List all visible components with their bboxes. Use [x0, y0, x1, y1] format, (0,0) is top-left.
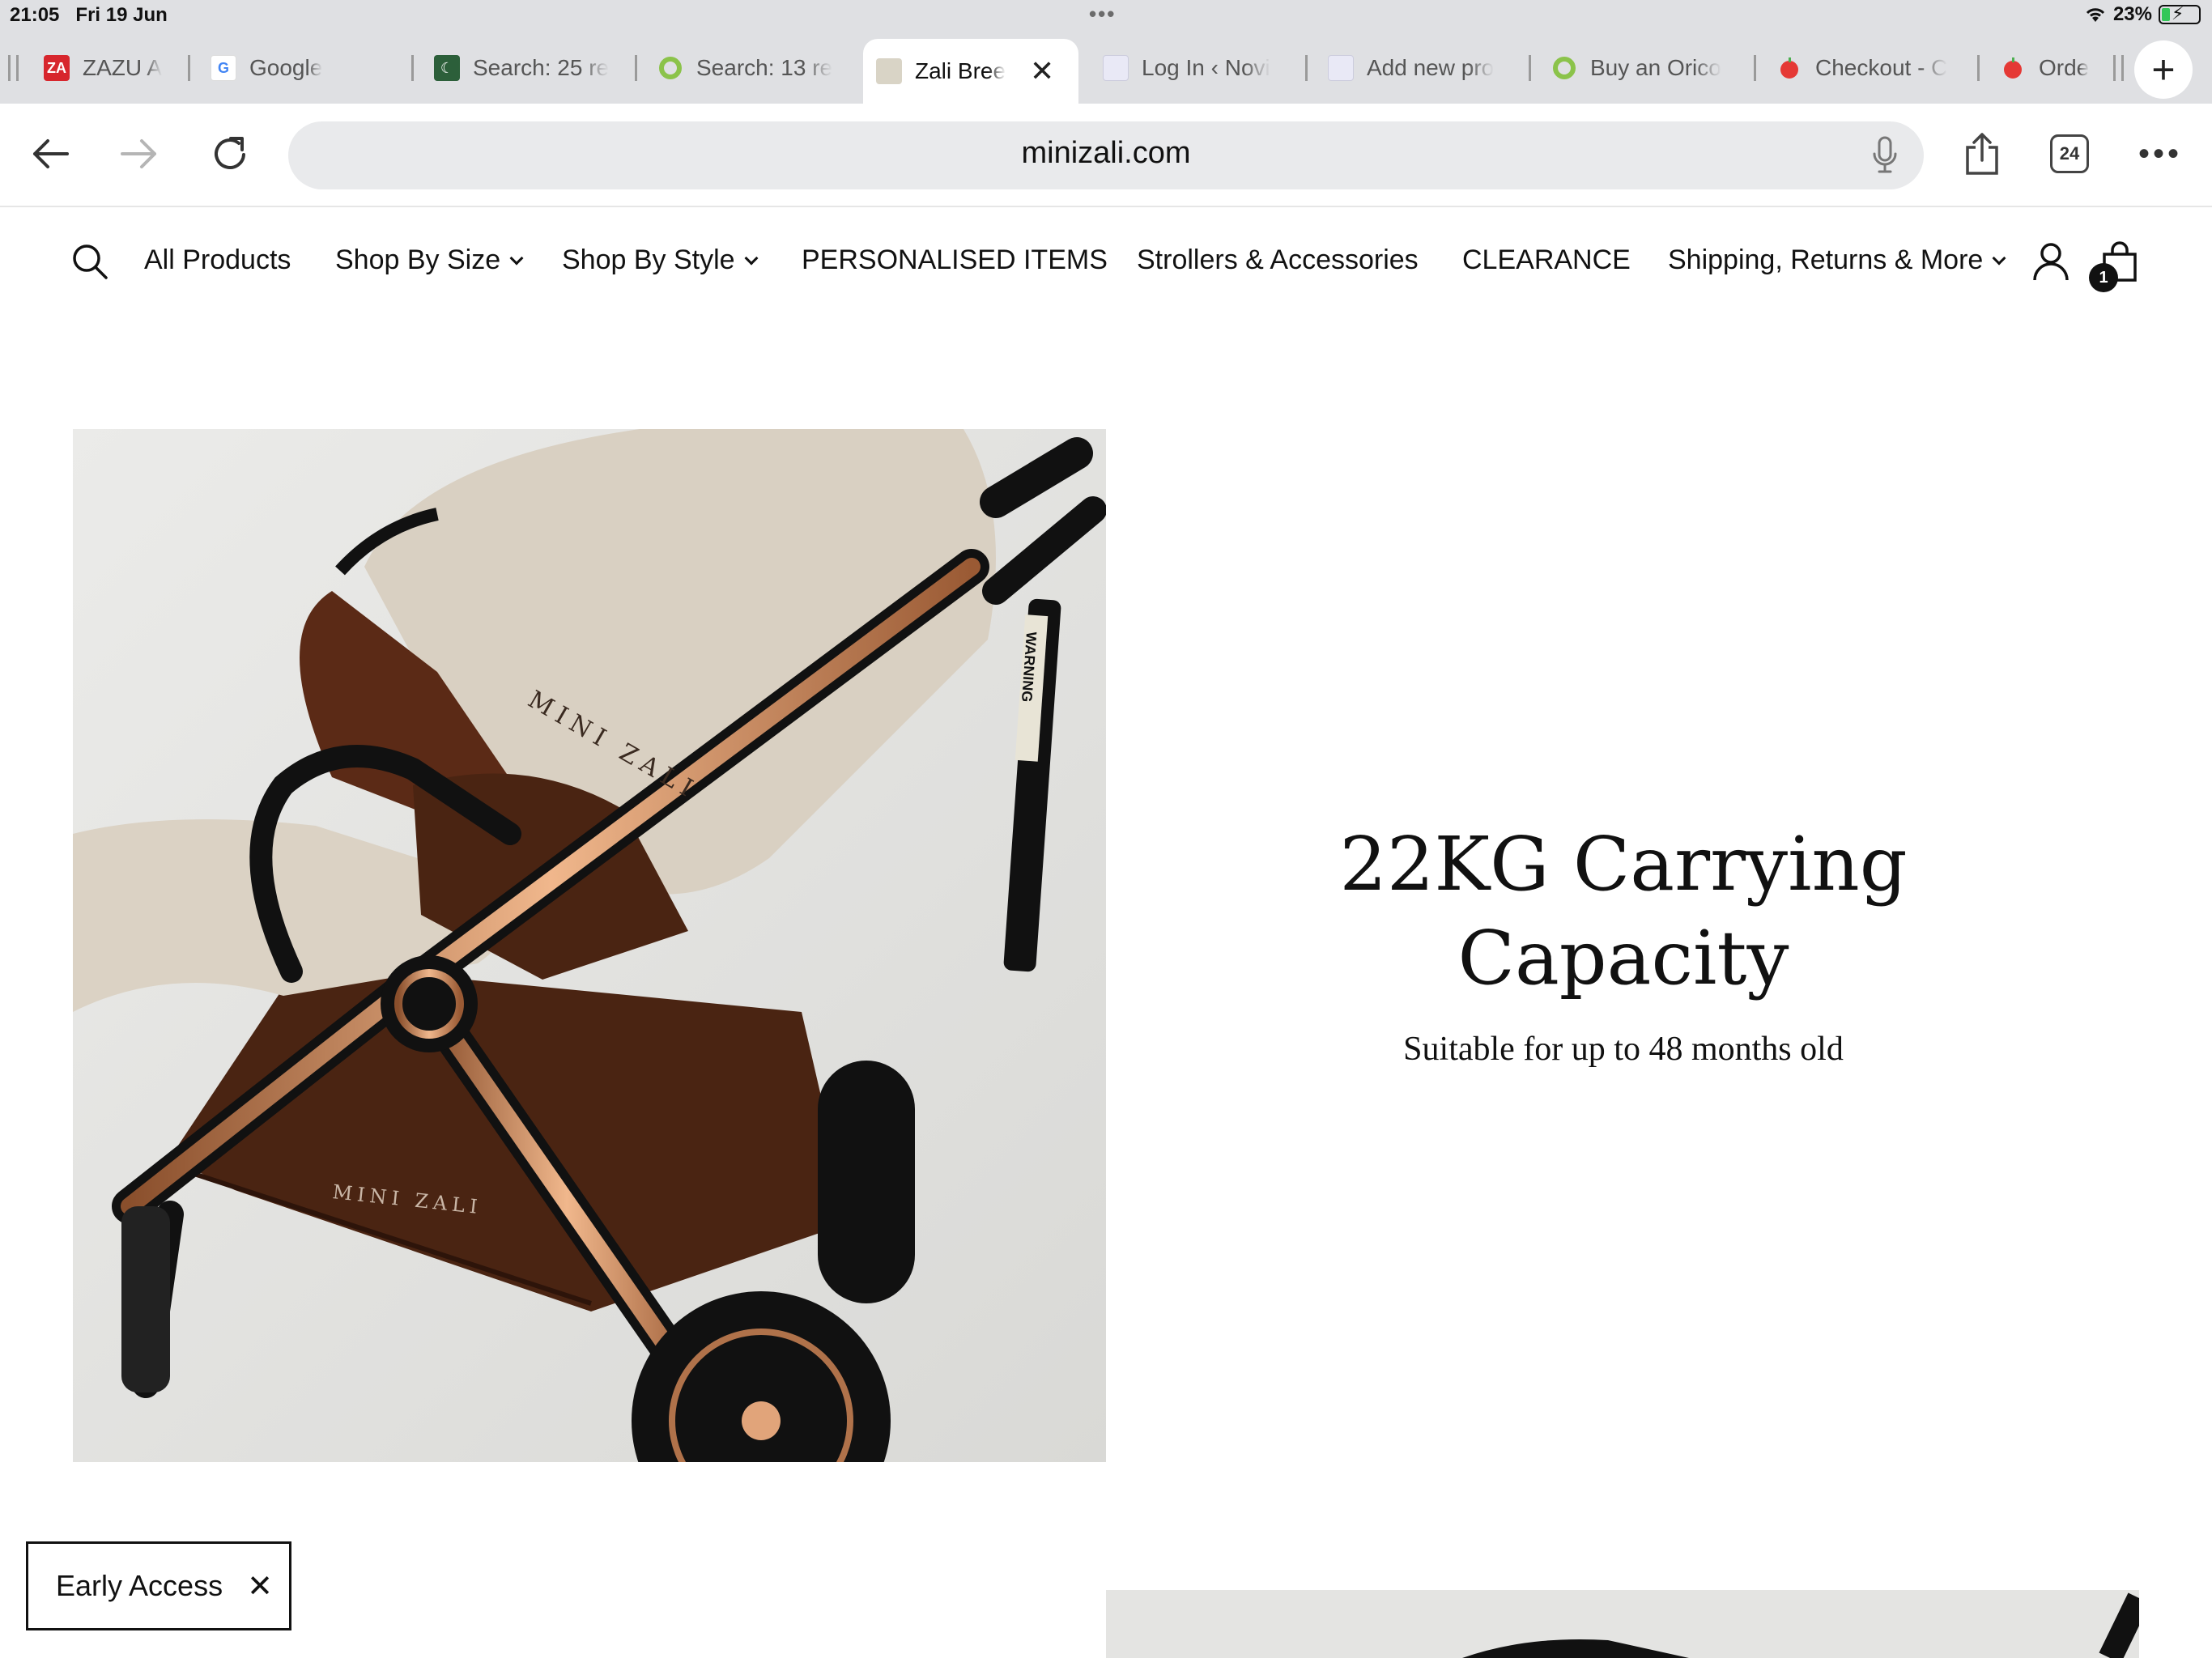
share-icon[interactable] — [1956, 128, 2008, 180]
browser-toolbar: minizali.com 24 ••• — [0, 104, 2212, 207]
novi-favicon-icon — [1328, 55, 1354, 81]
tab-search-25[interactable]: ☾ Search: 25 re — [421, 39, 633, 97]
status-bar: 21:05 Fri 19 Jun ••• 23% ⚡ — [0, 0, 2212, 32]
wifi-icon — [2086, 8, 2105, 22]
tab-buy-orico[interactable]: Buy an Orico — [1538, 39, 1750, 97]
tab-log-in[interactable]: Log In ‹ Novi — [1090, 39, 1302, 97]
tab-separator — [8, 55, 11, 81]
nav-shop-by-size[interactable]: Shop By Size — [335, 244, 524, 276]
battery-percent: 23% — [2112, 3, 2152, 25]
search-favicon-icon: ☾ — [434, 55, 460, 81]
cart-count-badge: 1 — [2089, 263, 2118, 292]
tab-label: Checkout - C — [1815, 55, 1948, 80]
tab-zali-breeze[interactable]: Zali Bree ✕ — [863, 39, 1078, 104]
ring-favicon-icon — [657, 55, 683, 81]
feature-title-line-2: Capacity — [1457, 915, 1789, 1001]
nav-label: CLEARANCE — [1462, 244, 1631, 275]
search-icon[interactable] — [71, 243, 108, 280]
apple-favicon-icon — [1776, 55, 1802, 81]
address-bar[interactable]: minizali.com — [288, 121, 1924, 189]
product-image-stroller: MINI ZALI MINI ZALI WARNING — [73, 429, 1106, 1462]
close-tab-icon[interactable]: ✕ — [1030, 54, 1054, 88]
stroller-illustration: MINI ZALI MINI ZALI WARNING — [73, 429, 1106, 1462]
tab-label: Search: 25 re — [473, 55, 610, 80]
nav-label: Shipping, Returns & More — [1668, 244, 1984, 275]
nav-shipping-returns[interactable]: Shipping, Returns & More — [1668, 244, 2006, 276]
tab-separator — [1754, 55, 1756, 81]
tab-label: ZAZU A — [83, 55, 163, 80]
back-arrow-icon[interactable] — [24, 128, 76, 180]
tab-separator — [1305, 55, 1308, 81]
new-tab-icon[interactable]: + — [2134, 40, 2193, 99]
tab-add-new-product[interactable]: Add new pro — [1315, 39, 1527, 97]
secondary-stroller-image — [1462, 1592, 2139, 1658]
tab-separator — [411, 55, 414, 81]
forward-arrow-icon[interactable] — [113, 128, 165, 180]
account-icon[interactable] — [2032, 241, 2069, 282]
tab-label: Zali Bree — [915, 58, 1006, 83]
more-icon[interactable]: ••• — [2134, 128, 2186, 180]
tab-separator — [2113, 55, 2116, 81]
nav-label: Shop By Style — [562, 244, 735, 275]
url-text: minizali.com — [1021, 136, 1191, 170]
close-icon[interactable]: ✕ — [247, 1568, 273, 1605]
tab-zazu[interactable]: ZA ZAZU A — [31, 39, 189, 97]
tab-label: Google — [249, 55, 323, 80]
nav-clearance[interactable]: CLEARANCE — [1462, 244, 1631, 276]
nav-personalised-items[interactable]: PERSONALISED ITEMS — [802, 244, 1108, 276]
tab-label: Log In ‹ Novi — [1142, 55, 1270, 80]
tab-count: 24 — [2050, 134, 2089, 173]
early-access-label: Early Access — [56, 1569, 223, 1602]
tab-separator — [635, 55, 637, 81]
reload-icon[interactable] — [204, 128, 256, 180]
site-navigation: All Products Shop By Size Shop By Style … — [0, 209, 2212, 314]
nav-label: Shop By Size — [335, 244, 501, 275]
tab-label: Orde — [2039, 55, 2090, 80]
tab-separator — [16, 55, 19, 81]
nav-label: All Products — [144, 244, 291, 275]
status-right: 23% ⚡ — [2084, 3, 2201, 26]
nav-strollers-accessories[interactable]: Strollers & Accessories — [1137, 244, 1419, 276]
tab-orders[interactable]: Orde — [1987, 39, 2108, 97]
zazu-favicon-icon: ZA — [44, 55, 70, 81]
tab-separator — [1529, 55, 1531, 81]
tab-separator — [1977, 55, 1980, 81]
novi-favicon-icon — [1103, 55, 1129, 81]
feature-title: 22KG Carrying Capacity — [1247, 818, 2000, 1005]
tab-label: Search: 13 re — [696, 55, 833, 80]
feature-text-block: 22KG Carrying Capacity Suitable for up t… — [1247, 818, 2000, 1069]
tab-separator — [188, 55, 190, 81]
battery-charging-icon: ⚡ — [2159, 3, 2201, 24]
browser-tab-bar: ZA ZAZU A G Google ☾ Search: 25 re Searc… — [0, 32, 2212, 104]
nav-label: PERSONALISED ITEMS — [802, 244, 1108, 275]
multitasking-dots-icon[interactable]: ••• — [1089, 2, 1116, 27]
chevron-down-icon — [744, 251, 759, 265]
nav-shop-by-style[interactable]: Shop By Style — [562, 244, 759, 276]
zali-favicon-icon — [876, 58, 902, 84]
product-image-secondary — [1106, 1590, 2139, 1658]
feature-subtitle: Suitable for up to 48 months old — [1403, 1031, 1844, 1068]
early-access-popup[interactable]: Early Access ✕ — [26, 1541, 291, 1630]
ring-favicon-icon — [1551, 55, 1577, 81]
tab-separator — [2121, 55, 2124, 81]
chevron-down-icon — [509, 251, 524, 265]
nav-label: Strollers & Accessories — [1137, 244, 1419, 275]
chevron-down-icon — [1992, 251, 2006, 265]
tab-label: Buy an Orico — [1590, 55, 1721, 80]
nav-all-products[interactable]: All Products — [144, 244, 291, 276]
feature-title-line-1: 22KG Carrying — [1339, 821, 1908, 908]
tabs-icon[interactable]: 24 — [2044, 128, 2095, 180]
apple-favicon-icon — [2000, 55, 2026, 81]
google-favicon-icon: G — [211, 55, 236, 81]
microphone-icon[interactable] — [1869, 136, 1901, 175]
tab-google[interactable]: G Google — [198, 39, 410, 97]
tab-checkout[interactable]: Checkout - C — [1763, 39, 1976, 97]
status-time: 21:05 Fri 19 Jun — [10, 4, 168, 26]
tab-label: Add new pro — [1367, 55, 1495, 80]
tab-search-13[interactable]: Search: 13 re — [644, 39, 857, 97]
